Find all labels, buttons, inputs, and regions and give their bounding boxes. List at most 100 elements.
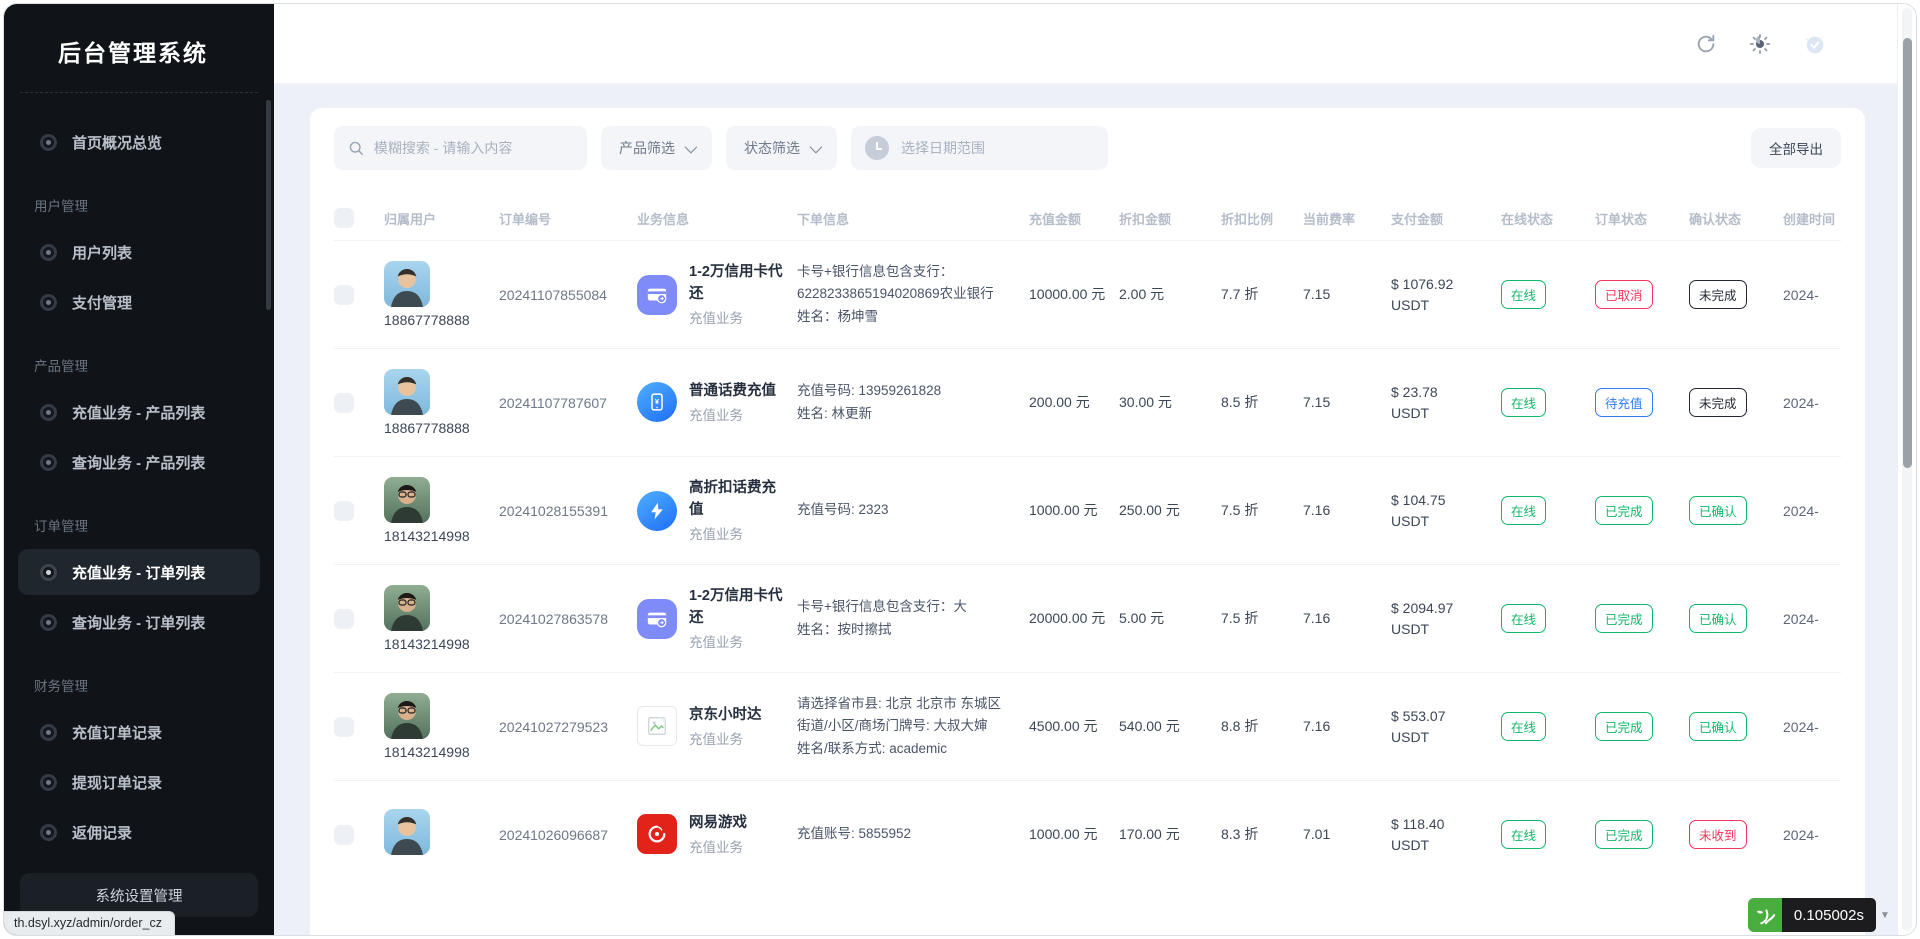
sidebar-item-recharge-records[interactable]: 充值订单记录 — [18, 709, 260, 755]
order-status-badge: 已完成 — [1595, 820, 1653, 849]
avatar — [384, 809, 430, 855]
sidebar-section-finance: 财务管理 — [4, 649, 274, 705]
browser-link-preview: th.dsyl.xyz/admin/order_cz — [4, 911, 175, 935]
lightning-icon — [637, 491, 677, 531]
menu-dot-icon — [40, 404, 57, 421]
row-checkbox[interactable] — [334, 285, 354, 305]
order-number: 20241028155391 — [499, 503, 627, 519]
product-name: 高折扣话费充值 — [689, 478, 787, 520]
col-header-user: 归属用户 — [384, 209, 489, 228]
col-header-rate: 当前费率 — [1303, 209, 1381, 228]
sidebar-item-label: 首页概况总览 — [72, 132, 162, 153]
product-category: 充值业务 — [689, 307, 787, 327]
search-input[interactable] — [374, 140, 573, 156]
chevron-down-icon[interactable]: ▼ — [1876, 898, 1894, 932]
sidebar-item-label: 充值订单记录 — [72, 722, 162, 743]
sidebar-item-payment[interactable]: 支付管理 — [18, 279, 260, 325]
status-filter-dropdown[interactable]: 状态筛选 — [726, 126, 837, 170]
col-header-amount: 充值金额 — [1029, 209, 1109, 228]
topbar — [274, 4, 1916, 84]
current-rate: 7.16 — [1303, 716, 1381, 737]
approval-icon[interactable] — [1802, 32, 1826, 56]
product-name: 普通话费充值 — [689, 381, 776, 402]
row-checkbox[interactable] — [334, 609, 354, 629]
online-status-badge: 在线 — [1501, 388, 1546, 417]
discount-ratio: 7.7 折 — [1221, 284, 1293, 305]
sidebar-section-orders: 订单管理 — [4, 489, 274, 545]
sidebar-item-label: 返佣记录 — [72, 822, 132, 843]
confirm-status-badge: 已确认 — [1689, 712, 1747, 741]
row-checkbox[interactable] — [334, 825, 354, 845]
sidebar-item-home[interactable]: 首页概况总览 — [18, 119, 260, 165]
refresh-icon[interactable] — [1694, 32, 1718, 56]
created-at: 2024- — [1783, 719, 1841, 735]
main-area: 产品筛选 状态筛选 选择日期范围 全部导出 — [274, 4, 1916, 935]
discount-amount: 540.00 元 — [1119, 716, 1211, 737]
product-filter-label: 产品筛选 — [619, 138, 675, 158]
product-name: 1-2万信用卡代还 — [689, 586, 787, 628]
search-box — [334, 126, 587, 170]
broken-image-icon — [637, 706, 677, 746]
recharge-amount: 200.00 元 — [1029, 392, 1109, 413]
current-rate: 7.01 — [1303, 824, 1381, 845]
product-category: 充值业务 — [689, 404, 776, 424]
pay-amount: $ 118.40USDT — [1391, 814, 1491, 856]
scrollbar-gutter — [1897, 4, 1916, 935]
page-timer-widget[interactable]: 0.105002s ▼ — [1748, 898, 1894, 932]
sidebar-item-query-orders[interactable]: 查询业务 - 订单列表 — [18, 599, 260, 645]
created-at: 2024- — [1783, 287, 1841, 303]
product-category: 充值业务 — [689, 631, 787, 651]
col-header-order-info: 下单信息 — [797, 209, 1019, 228]
search-icon — [348, 139, 364, 157]
confirm-status-badge: 已确认 — [1689, 604, 1747, 633]
scrollbar-thumb[interactable] — [1903, 38, 1912, 468]
page-timer-icon — [1748, 898, 1782, 932]
netease-icon — [637, 814, 677, 854]
confirm-status-badge: 未收到 — [1689, 820, 1747, 849]
sidebar-item-label: 查询业务 - 产品列表 — [72, 452, 205, 473]
order-status-badge: 已完成 — [1595, 712, 1653, 741]
sidebar-item-recharge-products[interactable]: 充值业务 - 产品列表 — [18, 389, 260, 435]
row-checkbox[interactable] — [334, 393, 354, 413]
table-row: 18143214998 20241028155391 高折扣话费充值 充值业务 — [334, 456, 1841, 564]
sidebar-scrollbar[interactable] — [266, 100, 271, 310]
clock-icon — [865, 136, 889, 160]
theme-icon[interactable] — [1748, 32, 1772, 56]
export-all-button[interactable]: 全部导出 — [1751, 128, 1841, 168]
order-info: 卡号+银行信息包含支行：大姓名：按时擦拭 — [797, 596, 1019, 641]
sidebar-item-recharge-orders[interactable]: 充值业务 - 订单列表 — [18, 549, 260, 595]
sidebar-menu: 首页概况总览 用户管理 用户列表 支付管理 产品管理 充值业务 - 产品列表 查… — [4, 97, 274, 859]
user-phone: 18867778888 — [384, 312, 489, 328]
sidebar-item-withdraw-records[interactable]: 提现订单记录 — [18, 759, 260, 805]
recharge-amount: 20000.00 元 — [1029, 608, 1109, 629]
table-row: 18143214998 20241027279523 京东小时达 充值业务 — [334, 672, 1841, 780]
sidebar-item-query-products[interactable]: 查询业务 - 产品列表 — [18, 439, 260, 485]
confirm-status-badge: 未完成 — [1689, 388, 1747, 417]
order-status-badge: 已完成 — [1595, 604, 1653, 633]
menu-dot-icon — [40, 824, 57, 841]
row-checkbox[interactable] — [334, 717, 354, 737]
online-status-badge: 在线 — [1501, 604, 1546, 633]
pay-amount: $ 104.75USDT — [1391, 490, 1491, 532]
col-header-confirm: 确认状态 — [1689, 209, 1773, 228]
order-number: 20241027279523 — [499, 719, 627, 735]
menu-dot-icon — [40, 134, 57, 151]
discount-ratio: 7.5 折 — [1221, 500, 1293, 521]
order-number: 20241107855084 — [499, 287, 627, 303]
product-filter-dropdown[interactable]: 产品筛选 — [601, 126, 712, 170]
row-checkbox[interactable] — [334, 501, 354, 521]
select-all-checkbox[interactable] — [334, 208, 354, 228]
sidebar-item-commission-records[interactable]: 返佣记录 — [18, 809, 260, 855]
order-status-badge: 已完成 — [1595, 496, 1653, 525]
sidebar-item-user-list[interactable]: 用户列表 — [18, 229, 260, 275]
menu-dot-icon — [40, 454, 57, 471]
date-range-picker[interactable]: 选择日期范围 — [851, 126, 1108, 170]
discount-amount: 250.00 元 — [1119, 500, 1211, 521]
menu-dot-icon — [40, 614, 57, 631]
phone-recharge-icon: ¥ — [637, 382, 677, 422]
col-header-online: 在线状态 — [1501, 209, 1585, 228]
current-rate: 7.16 — [1303, 608, 1381, 629]
recharge-amount: 4500.00 元 — [1029, 716, 1109, 737]
sidebar: 后台管理系统 首页概况总览 用户管理 用户列表 支付管理 产品管理 充值业务 -… — [4, 4, 274, 935]
online-status-badge: 在线 — [1501, 280, 1546, 309]
